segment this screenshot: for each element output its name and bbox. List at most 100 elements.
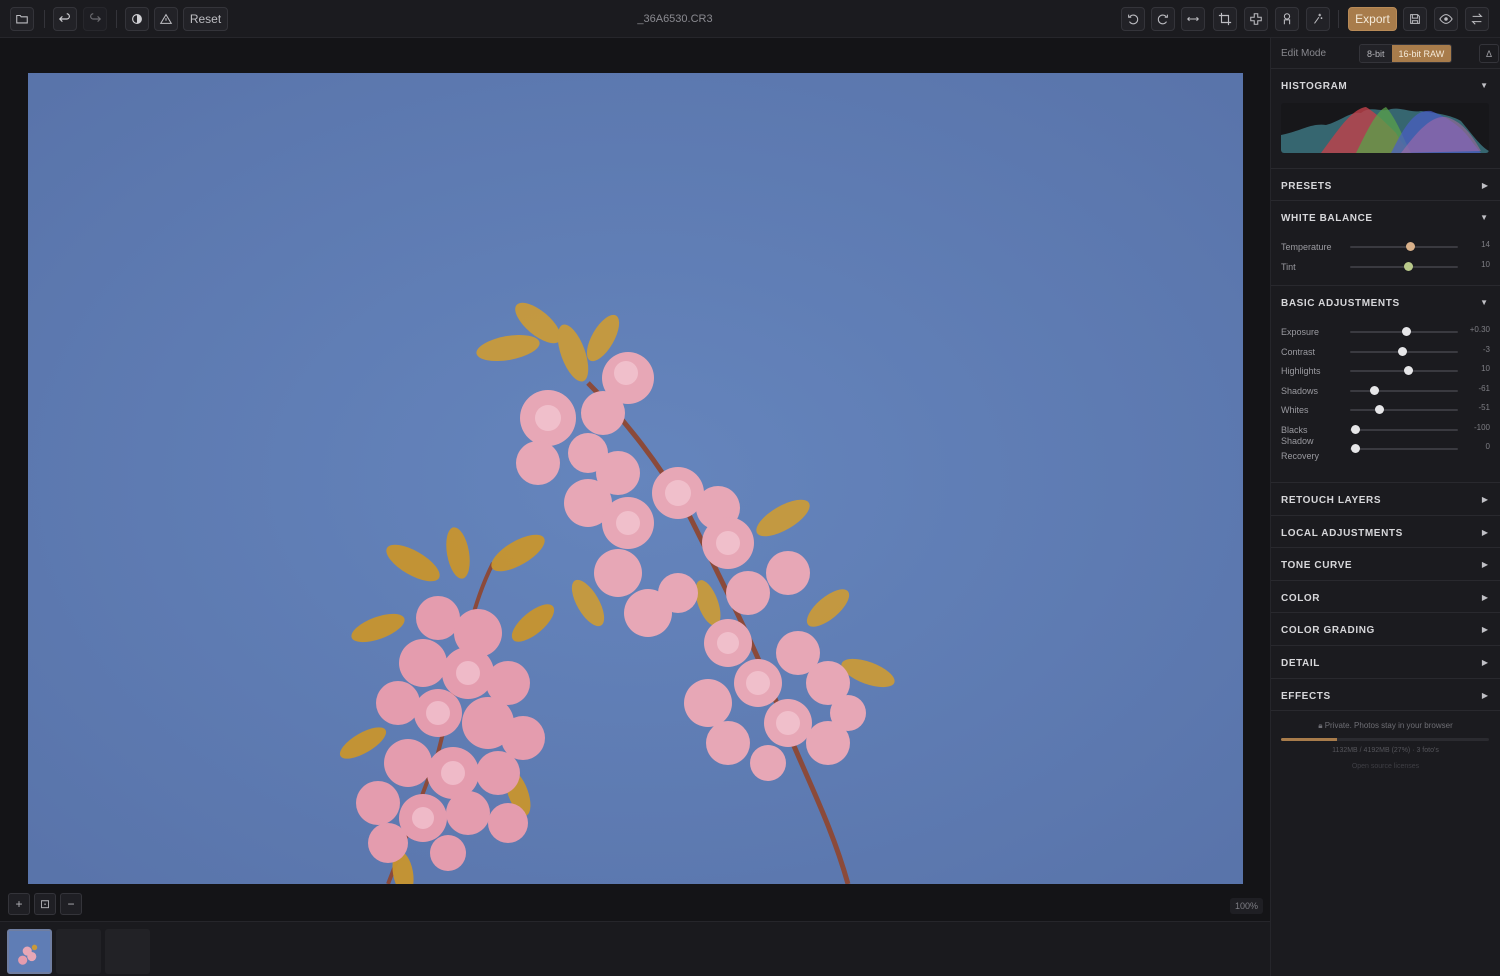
chevron-right-icon[interactable]: ▶	[1482, 181, 1488, 190]
white-balance-title[interactable]: WHITE BALANCE	[1281, 213, 1373, 224]
photo-preview[interactable]	[28, 73, 1243, 884]
section-detail[interactable]: DETAIL ▶	[1271, 645, 1500, 678]
slider-handle[interactable]	[1375, 405, 1385, 414]
basic-adjustments-title[interactable]: BASIC ADJUSTMENTS	[1281, 298, 1400, 309]
adjustments-panel: Edit Mode 8-bit 16-bit RAW Δ HISTOGRAM ▼	[1270, 38, 1500, 976]
slider-tint[interactable]: Tint 10	[1281, 258, 1490, 276]
export-button[interactable]: Export	[1348, 7, 1397, 31]
crop-button[interactable]	[1213, 7, 1237, 31]
zoom-in-button[interactable]: +	[8, 893, 30, 915]
rotate-right-icon	[1157, 14, 1168, 25]
slider-shadows[interactable]: Shadows -61	[1281, 382, 1490, 400]
image-canvas[interactable]: + ⊡ − 100%	[0, 38, 1270, 921]
filmstrip-thumbnail[interactable]	[105, 929, 150, 974]
slider-label: Exposure	[1281, 327, 1320, 337]
heal-button[interactable]	[1244, 7, 1268, 31]
slider-shadow-recovery[interactable]: Shadow Recovery 0	[1281, 436, 1490, 461]
slider-value: 14	[1481, 240, 1490, 249]
slider-track[interactable]	[1350, 366, 1458, 375]
chevron-right-icon[interactable]: ▶	[1482, 625, 1488, 634]
section-title[interactable]: LOCAL ADJUSTMENTS	[1281, 528, 1403, 539]
section-title[interactable]: EFFECTS	[1281, 691, 1331, 702]
slider-handle[interactable]	[1404, 261, 1414, 271]
open-source-licenses-link[interactable]: Open source licenses	[1271, 763, 1500, 770]
presets-section[interactable]: PRESETS ▶	[1271, 168, 1500, 200]
zoom-controls: + ⊡ −	[8, 893, 82, 915]
slider-value: 10	[1481, 364, 1490, 373]
delta-button[interactable]: Δ	[1479, 44, 1499, 63]
section-title[interactable]: TONE CURVE	[1281, 560, 1352, 571]
chevron-down-icon[interactable]: ▼	[1480, 81, 1488, 90]
bit-depth-toggle[interactable]: 8-bit 16-bit RAW	[1359, 44, 1453, 63]
section-title[interactable]: COLOR	[1281, 593, 1320, 604]
slider-label: Whites	[1281, 405, 1309, 415]
slider-exposure[interactable]: Exposure +0.30	[1281, 323, 1490, 341]
slider-track[interactable]	[1350, 444, 1458, 453]
chevron-right-icon[interactable]: ▶	[1482, 528, 1488, 537]
section-effects[interactable]: EFFECTS ▶	[1271, 677, 1500, 711]
mask-button[interactable]	[1275, 7, 1299, 31]
slider-label: Highlights	[1281, 366, 1321, 376]
slider-handle[interactable]	[1397, 346, 1407, 356]
slider-handle[interactable]	[1369, 385, 1379, 395]
slider-track[interactable]	[1350, 385, 1458, 395]
slider-temperature[interactable]: Temperature 14	[1281, 238, 1490, 256]
memory-usage-fill	[1281, 738, 1338, 741]
flip-button[interactable]	[1181, 7, 1205, 31]
toolbar-divider	[1338, 10, 1339, 28]
slider-track[interactable]	[1350, 346, 1458, 356]
rotate-left-icon	[1128, 14, 1139, 25]
fit-to-screen-button[interactable]: ⊡	[34, 893, 56, 915]
swap-panel-button[interactable]	[1465, 7, 1489, 31]
presets-title[interactable]: PRESETS	[1281, 181, 1332, 192]
section-local-adjustments[interactable]: LOCAL ADJUSTMENTS ▶	[1271, 514, 1500, 548]
slider-track[interactable]	[1350, 327, 1458, 336]
slider-label: Shadow Recovery	[1281, 436, 1320, 461]
chevron-right-icon[interactable]: ▶	[1482, 560, 1488, 569]
slider-contrast[interactable]: Contrast -3	[1281, 343, 1490, 361]
option-8-bit[interactable]: 8-bit	[1360, 45, 1392, 62]
slider-handle[interactable]	[1404, 366, 1414, 375]
section-title[interactable]: RETOUCH LAYERS	[1281, 495, 1381, 506]
section-title[interactable]: COLOR GRADING	[1281, 625, 1375, 636]
chevron-right-icon[interactable]: ▶	[1482, 691, 1488, 700]
slider-handle[interactable]	[1402, 327, 1412, 336]
crop-icon	[1218, 12, 1232, 26]
section-color-grading[interactable]: COLOR GRADING ▶	[1271, 612, 1500, 645]
slider-track[interactable]	[1350, 242, 1458, 251]
chevron-right-icon[interactable]: ▶	[1482, 495, 1488, 504]
zoom-out-button[interactable]: −	[60, 893, 82, 915]
section-tone-curve[interactable]: TONE CURVE ▶	[1271, 547, 1500, 580]
slider-handle[interactable]	[1351, 444, 1361, 453]
preview-button[interactable]	[1434, 7, 1458, 31]
slider-whites[interactable]: Whites -51	[1281, 401, 1490, 419]
swap-icon	[1471, 13, 1483, 25]
slider-highlights[interactable]: Highlights 10	[1281, 362, 1490, 380]
section-color[interactable]: COLOR ▶	[1271, 579, 1500, 613]
white-balance-section: WHITE BALANCE ▼ Temperature 14 Tint 10	[1271, 200, 1500, 285]
slider-value: -51	[1478, 403, 1490, 412]
slider-handle[interactable]	[1406, 242, 1416, 251]
chevron-down-icon[interactable]: ▼	[1480, 298, 1488, 307]
ai-button[interactable]	[1306, 7, 1330, 31]
histogram-graph	[1281, 103, 1489, 153]
section-title[interactable]: DETAIL	[1281, 658, 1320, 669]
slider-label: Contrast	[1281, 346, 1316, 357]
histogram-title[interactable]: HISTOGRAM	[1281, 81, 1347, 92]
chevron-right-icon[interactable]: ▶	[1482, 658, 1488, 667]
memory-usage-bar	[1281, 738, 1489, 741]
slider-track[interactable]	[1350, 424, 1458, 434]
slider-value: +0.30	[1469, 325, 1490, 334]
filmstrip-thumbnail[interactable]	[56, 929, 101, 974]
rotate-left-button[interactable]	[1121, 7, 1145, 31]
filmstrip-thumbnail[interactable]	[7, 929, 52, 974]
chevron-right-icon[interactable]: ▶	[1482, 593, 1488, 602]
slider-handle[interactable]	[1351, 424, 1361, 434]
chevron-down-icon[interactable]: ▼	[1480, 213, 1488, 222]
section-retouch-layers[interactable]: RETOUCH LAYERS ▶	[1271, 482, 1500, 515]
slider-track[interactable]	[1350, 405, 1458, 414]
save-button[interactable]	[1403, 7, 1427, 31]
slider-track[interactable]	[1350, 261, 1458, 271]
rotate-right-button[interactable]	[1151, 7, 1175, 31]
option-16-bit-raw[interactable]: 16-bit RAW	[1391, 45, 1452, 62]
